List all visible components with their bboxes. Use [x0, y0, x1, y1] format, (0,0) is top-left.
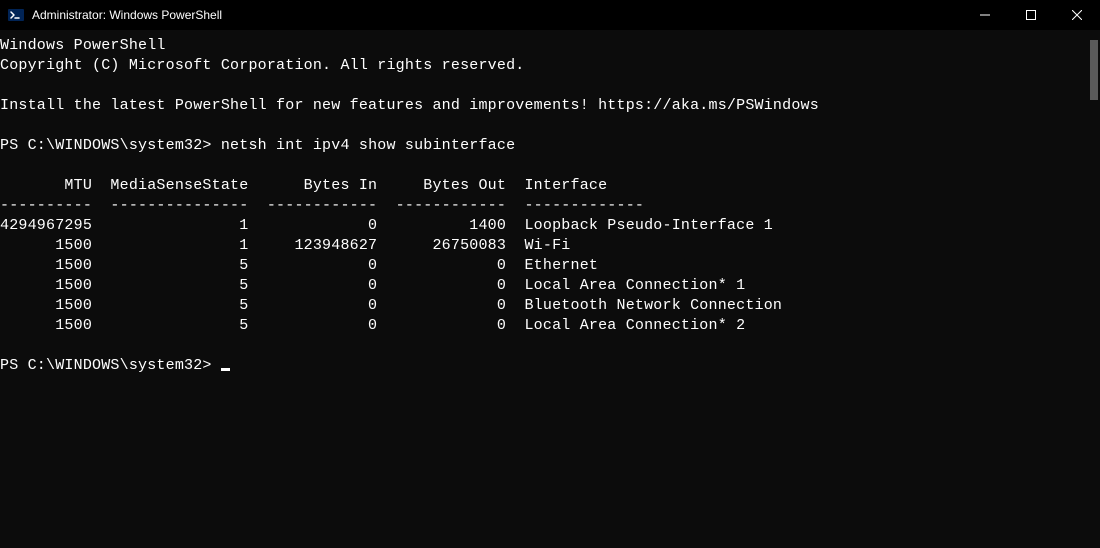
- powershell-icon: [8, 7, 24, 23]
- minimize-button[interactable]: [962, 0, 1008, 30]
- cursor: [221, 368, 230, 371]
- install-hint: Install the latest PowerShell for new fe…: [0, 97, 819, 114]
- table-row: 1500 1 123948627 26750083 Wi-Fi: [0, 237, 571, 254]
- banner-line: Windows PowerShell: [0, 37, 166, 54]
- table-row: 1500 5 0 0 Local Area Connection* 2: [0, 317, 745, 334]
- window-title: Administrator: Windows PowerShell: [32, 8, 962, 22]
- window-controls: [962, 0, 1100, 30]
- table-row: 1500 5 0 0 Ethernet: [0, 257, 598, 274]
- close-button[interactable]: [1054, 0, 1100, 30]
- table-header: MTU MediaSenseState Bytes In Bytes Out I…: [0, 177, 607, 194]
- table-row: 4294967295 1 0 1400 Loopback Pseudo-Inte…: [0, 217, 773, 234]
- table-divider: ---------- --------------- ------------ …: [0, 197, 644, 214]
- table-row: 1500 5 0 0 Local Area Connection* 1: [0, 277, 745, 294]
- prompt: PS C:\WINDOWS\system32>: [0, 137, 221, 154]
- banner-line: Copyright (C) Microsoft Corporation. All…: [0, 57, 524, 74]
- terminal-output[interactable]: Windows PowerShell Copyright (C) Microso…: [0, 30, 1100, 548]
- titlebar: Administrator: Windows PowerShell: [0, 0, 1100, 30]
- command: netsh int ipv4 show subinterface: [221, 137, 515, 154]
- prompt: PS C:\WINDOWS\system32>: [0, 357, 221, 374]
- maximize-button[interactable]: [1008, 0, 1054, 30]
- table-row: 1500 5 0 0 Bluetooth Network Connection: [0, 297, 782, 314]
- scrollbar-thumb[interactable]: [1090, 40, 1098, 100]
